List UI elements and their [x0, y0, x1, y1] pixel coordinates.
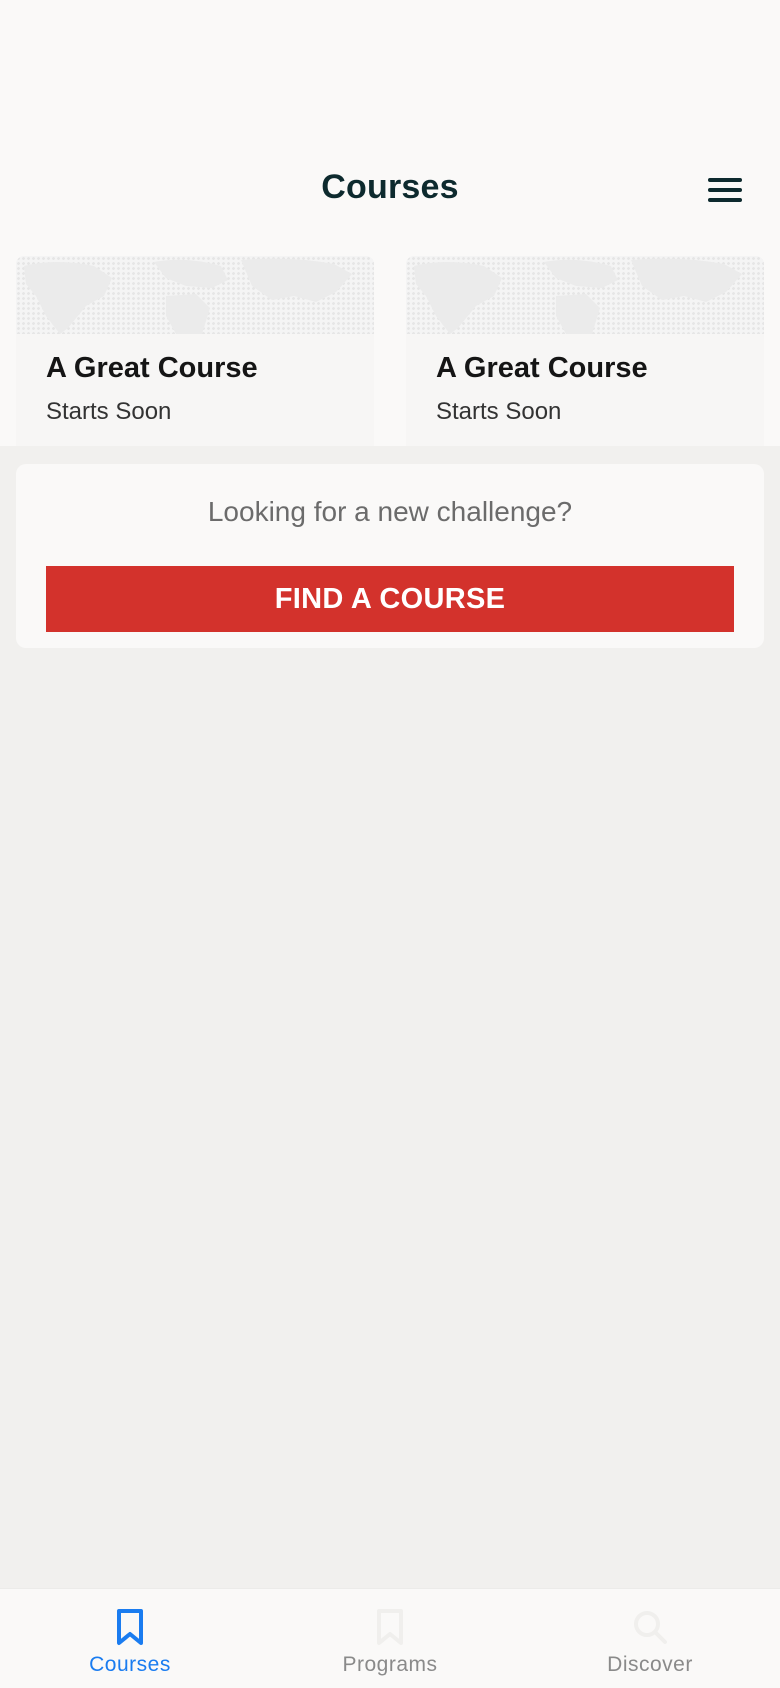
course-title: A Great Course: [436, 352, 648, 384]
menu-bar-line: [708, 198, 742, 202]
page-title: Courses: [321, 168, 459, 206]
course-card[interactable]: A Great Course Starts Soon: [406, 256, 764, 446]
course-status: Starts Soon: [436, 398, 562, 425]
course-image: [16, 256, 374, 334]
tab-courses[interactable]: Courses: [0, 1589, 260, 1688]
app-screen: Courses A Great Course Starts Soon A Gre…: [0, 0, 780, 1688]
course-status: Starts Soon: [46, 398, 172, 425]
bookmark-icon: [377, 1609, 403, 1645]
search-icon: [634, 1611, 667, 1644]
header-bar: Courses: [0, 150, 780, 230]
menu-bar-line: [708, 178, 742, 182]
hamburger-menu-icon[interactable]: [700, 170, 752, 210]
tab-label: Discover: [607, 1653, 693, 1676]
tab-programs[interactable]: Programs: [260, 1589, 520, 1688]
tab-label: Courses: [89, 1653, 171, 1676]
menu-bar-line: [708, 188, 742, 192]
tab-discover[interactable]: Discover: [520, 1589, 780, 1688]
bottom-tab-bar: Courses Programs Discover: [0, 1588, 780, 1688]
world-map-image: [414, 258, 742, 334]
course-title: A Great Course: [46, 352, 258, 384]
bookmark-icon: [117, 1609, 143, 1645]
find-course-button[interactable]: FIND A COURSE: [46, 566, 734, 632]
course-image: [406, 256, 764, 334]
world-map-image: [24, 258, 352, 334]
challenge-prompt: Looking for a new challenge?: [207, 496, 573, 527]
tab-label: Programs: [342, 1653, 438, 1676]
challenge-card: Looking for a new challenge? FIND A COUR…: [16, 464, 764, 648]
course-card[interactable]: A Great Course Starts Soon: [16, 256, 374, 446]
